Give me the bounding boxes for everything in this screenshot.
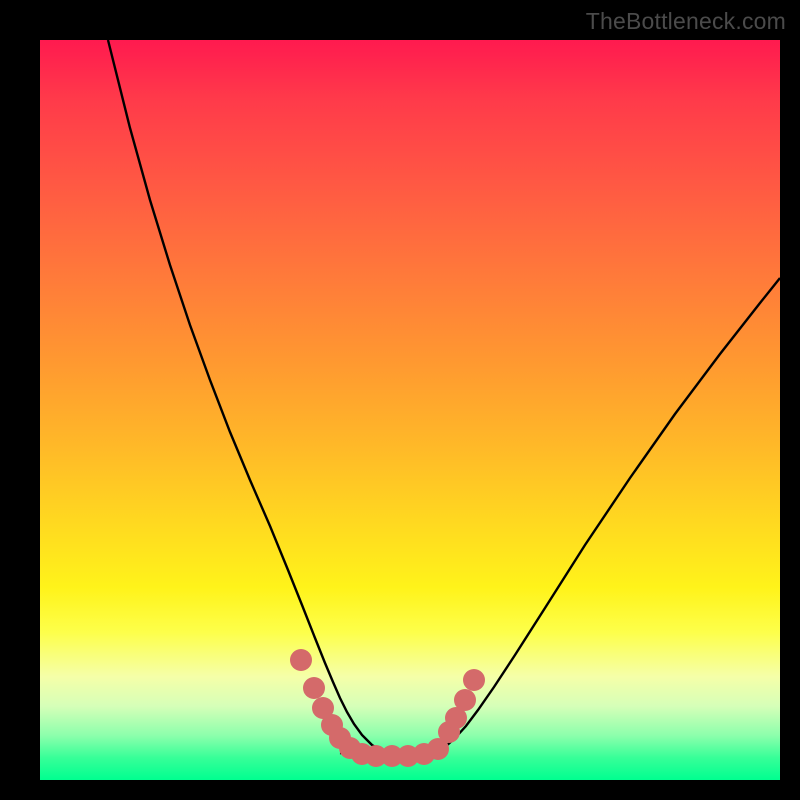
marker-dot (290, 649, 312, 671)
plot-area (40, 40, 780, 780)
curve-left-path (108, 40, 385, 753)
curve-group (108, 40, 780, 756)
marker-dot (463, 669, 485, 691)
marker-group (290, 649, 485, 767)
marker-dot (454, 689, 476, 711)
chart-frame: TheBottleneck.com (0, 0, 800, 800)
curve-right-path (435, 278, 780, 753)
marker-dot (303, 677, 325, 699)
chart-svg (40, 40, 780, 780)
watermark-text: TheBottleneck.com (586, 8, 786, 35)
